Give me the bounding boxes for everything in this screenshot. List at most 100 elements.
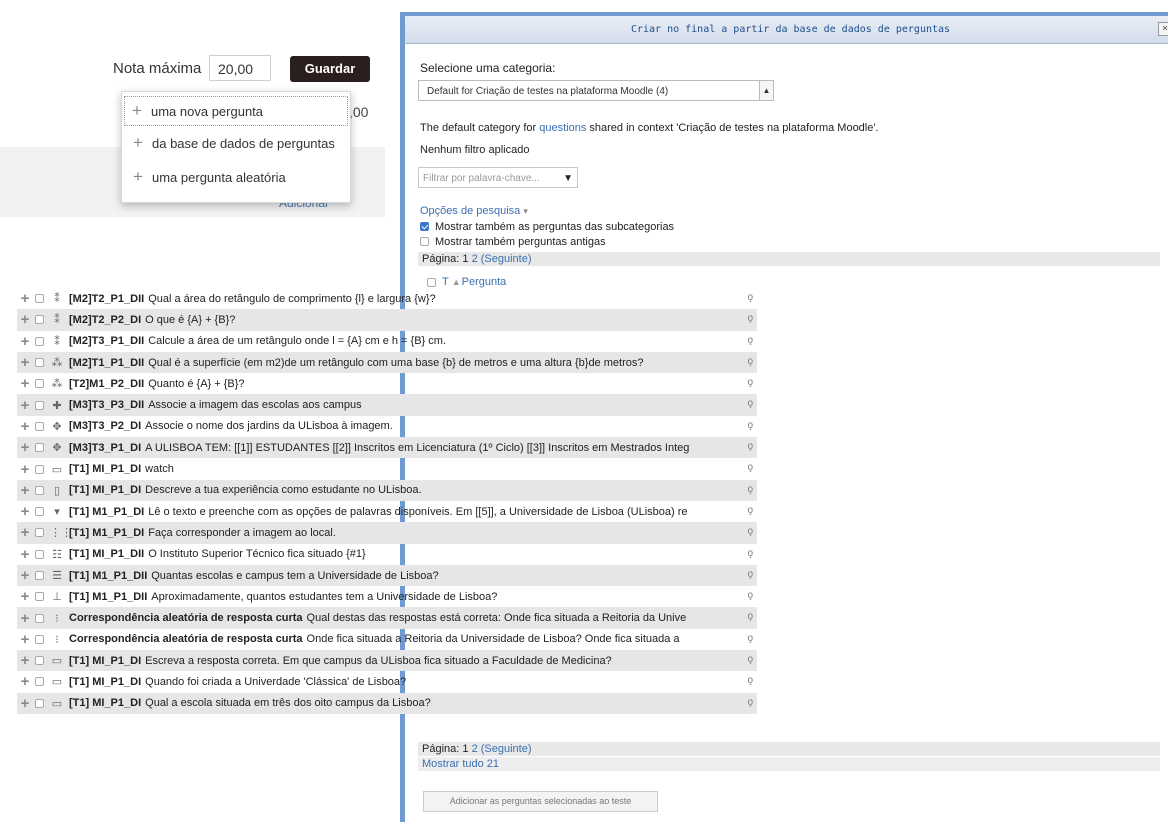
category-select[interactable]: Default for Criação de testes na platafo…	[418, 80, 774, 101]
magnifier-icon[interactable]: ǫ	[747, 398, 753, 409]
magnifier-icon[interactable]: ǫ	[747, 356, 753, 367]
col-question-header[interactable]: Pergunta	[462, 276, 507, 288]
magnifier-icon[interactable]: ǫ	[747, 292, 753, 303]
save-button[interactable]: Guardar	[290, 56, 370, 82]
plus-icon[interactable]: +	[19, 354, 31, 371]
plus-icon[interactable]: +	[19, 311, 31, 328]
show-all-link[interactable]: Mostrar tudo 21	[422, 758, 499, 770]
question-checkbox[interactable]	[35, 613, 44, 623]
plus-icon[interactable]: +	[19, 610, 31, 627]
menu-item-new-question[interactable]: + uma nova pergunta	[124, 96, 348, 126]
plus-icon[interactable]: +	[19, 397, 31, 414]
question-checkbox[interactable]	[35, 294, 44, 304]
magnifier-icon[interactable]: ǫ	[747, 335, 753, 346]
magnifier-icon[interactable]: ǫ	[747, 526, 753, 537]
magnifier-icon[interactable]: ǫ	[747, 462, 753, 473]
magnifier-icon[interactable]: ǫ	[747, 441, 753, 452]
question-row[interactable]: + ⊥ [T1] M1_P1_DII Aproximadamente, quantos…	[17, 586, 757, 607]
page-2-link[interactable]: 2	[472, 743, 478, 755]
question-row[interactable]: + ⁝ Correspondência aleatória de resposta …	[17, 607, 757, 629]
plus-icon[interactable]: +	[19, 695, 31, 712]
question-row[interactable]: + ▯ [T1] MI_P1_DI Descreve a tua experiênci…	[17, 479, 757, 501]
question-checkbox[interactable]	[35, 507, 44, 517]
max-grade-input[interactable]: 20,00	[209, 55, 271, 81]
magnifier-icon[interactable]: ǫ	[747, 420, 753, 431]
magnifier-icon[interactable]: ǫ	[747, 654, 753, 665]
magnifier-icon[interactable]: ǫ	[747, 590, 753, 601]
question-checkbox[interactable]	[35, 549, 44, 559]
plus-icon[interactable]: +	[19, 673, 31, 690]
question-row[interactable]: + ⁑ [M2]T2_P1_DII Qual a área do retângulo …	[17, 288, 757, 309]
magnifier-icon[interactable]: ǫ	[747, 569, 753, 580]
plus-icon[interactable]: +	[19, 524, 31, 541]
menu-item-random-question[interactable]: + uma pergunta aleatória	[122, 160, 350, 194]
magnifier-icon[interactable]: ǫ	[747, 505, 753, 516]
question-row[interactable]: + ☷ [T1] MI_P1_DII O Instituto Superior Téc…	[17, 544, 757, 565]
option-old-questions[interactable]: Mostrar também perguntas antigas	[420, 235, 606, 248]
checkbox-unchecked[interactable]	[420, 237, 429, 246]
next-page-link[interactable]: (Seguinte)	[481, 743, 532, 755]
option-subcategories[interactable]: Mostrar também as perguntas das subcateg…	[420, 220, 674, 233]
questions-link[interactable]: questions	[539, 122, 586, 134]
question-row[interactable]: + ✚ [M3]T3_P3_DII Associe a imagem das esco…	[17, 394, 757, 416]
plus-icon[interactable]: +	[19, 418, 31, 435]
question-row[interactable]: + ▭ [T1] MI_P1_DI Escreva a resposta corret…	[17, 650, 757, 672]
plus-icon[interactable]: +	[19, 631, 31, 648]
magnifier-icon[interactable]: ǫ	[747, 697, 753, 708]
magnifier-icon[interactable]: ǫ	[747, 675, 753, 686]
question-checkbox[interactable]	[35, 358, 44, 368]
question-checkbox[interactable]	[35, 421, 44, 431]
question-checkbox[interactable]	[35, 677, 44, 687]
question-checkbox[interactable]	[35, 698, 44, 708]
close-icon[interactable]: ×	[1158, 22, 1168, 36]
question-row[interactable]: + ⁂ [T2]M1_P2_DII Quanto é {A} + {B}? ǫ	[17, 373, 757, 394]
question-checkbox[interactable]	[35, 592, 44, 602]
magnifier-icon[interactable]: ǫ	[747, 377, 753, 388]
plus-icon[interactable]: +	[19, 503, 31, 520]
page-2-link[interactable]: 2	[472, 253, 478, 265]
question-row[interactable]: + ⁑ [M2]T2_P2_DI O que é {A} + {B}? ǫ	[17, 309, 757, 331]
question-row[interactable]: + ✥ [M3]T3_P1_DI A ULISBOA TEM: [[1]] ESTUD…	[17, 437, 757, 459]
question-row[interactable]: + ⁑ [M2]T3_P1_DII Calcule a área de um retâ…	[17, 331, 757, 352]
magnifier-icon[interactable]: ǫ	[747, 611, 753, 622]
checkbox-checked[interactable]	[420, 222, 429, 231]
question-checkbox[interactable]	[35, 528, 44, 538]
plus-icon[interactable]: +	[19, 290, 31, 307]
question-checkbox[interactable]	[35, 485, 44, 495]
plus-icon[interactable]: +	[19, 567, 31, 584]
question-checkbox[interactable]	[35, 315, 44, 325]
magnifier-icon[interactable]: ǫ	[747, 548, 753, 559]
menu-item-from-question-bank[interactable]: + da base de dados de perguntas	[122, 126, 350, 160]
plus-icon[interactable]: +	[19, 652, 31, 669]
question-row[interactable]: + ⁂ [M2]T1_P1_DII Qual é a superfície (em m…	[17, 351, 757, 374]
plus-icon[interactable]: +	[19, 588, 31, 605]
question-checkbox[interactable]	[35, 400, 44, 410]
plus-icon[interactable]: +	[19, 375, 31, 392]
filter-keyword-input[interactable]: Filtrar por palavra-chave... ▼	[418, 167, 578, 188]
search-options-toggle[interactable]: Opções de pesquisa ▾	[420, 205, 528, 217]
question-checkbox[interactable]	[35, 464, 44, 474]
question-row[interactable]: + ☰ [T1] M1_P1_DII Quantas escolas e campus…	[17, 564, 757, 587]
plus-icon[interactable]: +	[19, 546, 31, 563]
question-row[interactable]: + ▾ [T1] M1_P1_DI Lê o texto e preenche com…	[17, 501, 757, 522]
magnifier-icon[interactable]: ǫ	[747, 633, 753, 644]
question-row[interactable]: + ▭ [T1] MI_P1_DI watch ǫ	[17, 458, 757, 479]
question-checkbox[interactable]	[35, 336, 44, 346]
plus-icon[interactable]: +	[19, 333, 31, 350]
plus-icon[interactable]: +	[19, 461, 31, 478]
question-row[interactable]: + ⁝ Correspondência aleatória de resposta …	[17, 629, 757, 650]
question-checkbox[interactable]	[35, 571, 44, 580]
question-checkbox[interactable]	[35, 379, 44, 389]
question-checkbox[interactable]	[35, 634, 44, 644]
col-type-header[interactable]: T	[442, 276, 449, 288]
question-row[interactable]: + ✥ [M3]T3_P2_DI Associe o nome dos jardins…	[17, 416, 757, 437]
magnifier-icon[interactable]: ǫ	[747, 484, 753, 495]
question-row[interactable]: + ▭ [T1] MI_P1_DI Qual a escola situada em …	[17, 692, 757, 714]
question-row[interactable]: + ▭ [T1] MI_P1_DI Quando foi criada a Unive…	[17, 671, 757, 692]
select-all-checkbox[interactable]	[427, 277, 436, 287]
next-page-link[interactable]: (Seguinte)	[481, 253, 532, 265]
magnifier-icon[interactable]: ǫ	[747, 313, 753, 324]
plus-icon[interactable]: +	[19, 439, 31, 456]
question-checkbox[interactable]	[35, 443, 44, 453]
plus-icon[interactable]: +	[19, 482, 31, 499]
